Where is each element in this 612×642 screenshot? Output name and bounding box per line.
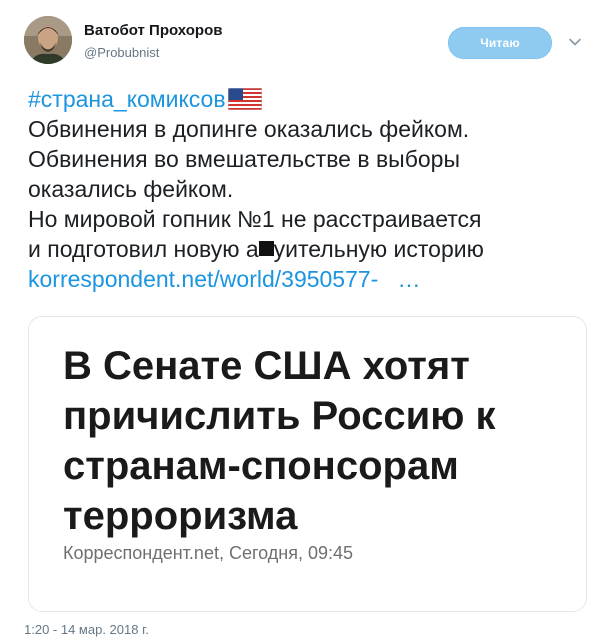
tweet-link-line: korrespondent.net/world/3950577- … <box>28 264 598 294</box>
tweet-line: Обвинения во вмешательстве в выборы <box>28 146 460 172</box>
censor-block <box>258 241 274 256</box>
tweet-timestamp[interactable]: 1:20 - 14 мар. 2018 г. <box>24 622 149 637</box>
tweet-line: оказались фейком. <box>28 176 234 202</box>
chevron-down-icon[interactable] <box>568 35 582 49</box>
link-preview-card[interactable]: В Сенате США хотят причислить Россию к с… <box>28 316 587 612</box>
tweet-line-part: и подготовил новую а <box>28 236 259 262</box>
link-ellipsis[interactable]: … <box>398 266 421 292</box>
tweet-text: #страна_комиксов Обвинения в допинге ока… <box>28 84 598 294</box>
card-title: В Сенате США хотят причислить Россию к с… <box>63 344 496 538</box>
us-flag-icon <box>227 88 262 110</box>
avatar-photo <box>24 16 72 64</box>
avatar[interactable] <box>24 16 72 64</box>
article-link[interactable]: korrespondent.net/world/3950577- <box>28 266 378 292</box>
author-handle[interactable]: @Probubnist <box>84 45 159 60</box>
hashtag-link[interactable]: #страна_комиксов <box>28 86 226 112</box>
tweet-hashtag-line: #страна_комиксов <box>28 84 598 114</box>
follow-button[interactable]: Читаю <box>448 27 552 59</box>
tweet-line: и подготовил новую а уительную историю <box>28 234 598 264</box>
card-source: Корреспондент.net, Сегодня, 09:45 <box>63 543 353 563</box>
tweet-line-part: уительную историю <box>273 236 484 262</box>
tweet-line: Но мировой гопник №1 не расстраивается <box>28 206 482 232</box>
tweet-line: Обвинения в допинге оказались фейком. <box>28 116 470 142</box>
author-name[interactable]: Ватобот Прохоров <box>84 22 222 39</box>
